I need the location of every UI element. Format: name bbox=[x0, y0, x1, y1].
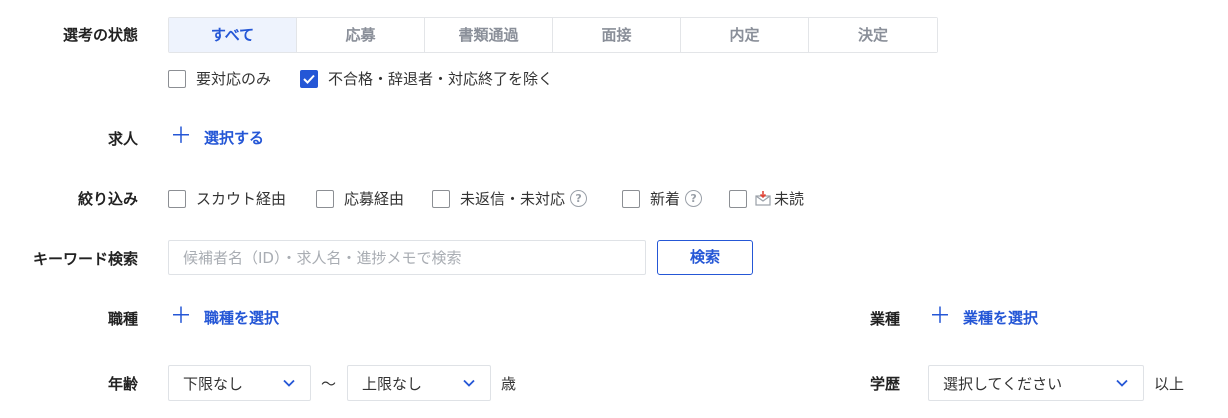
search-button[interactable]: 検索 bbox=[657, 240, 753, 275]
select-industry-link[interactable]: ＋ 業種を選択 bbox=[929, 306, 1038, 328]
age-range-separator: 〜 bbox=[321, 375, 337, 393]
help-icon[interactable]: ? bbox=[570, 190, 588, 207]
age-min-select[interactable]: 下限なし bbox=[168, 365, 311, 401]
age-min-value: 下限なし bbox=[183, 374, 244, 393]
filter-unread[interactable]: 未読 bbox=[729, 188, 804, 209]
education-label: 学歴 bbox=[869, 375, 900, 393]
filter-new-label: 新着 bbox=[650, 190, 681, 208]
occupation-label: 職種 bbox=[107, 310, 138, 328]
filter-applied-label: 応募経由 bbox=[344, 190, 405, 208]
age-max-select[interactable]: 上限なし bbox=[347, 365, 491, 401]
education-select[interactable]: 選択してください bbox=[928, 365, 1144, 401]
plus-icon: ＋ bbox=[170, 304, 193, 329]
exclude-rejected-label: 不合格・辞退者・対応終了を除く bbox=[328, 70, 554, 88]
keyword-label: キーワード検索 bbox=[32, 250, 138, 268]
plus-icon: ＋ bbox=[170, 124, 193, 149]
checkbox-box[interactable] bbox=[168, 69, 186, 88]
filter-label: 絞り込み bbox=[77, 190, 138, 208]
status-tabs: すべて 応募 書類通過 面接 内定 決定 bbox=[168, 17, 938, 53]
industry-label: 業種 bbox=[869, 310, 900, 328]
keyword-search-input[interactable] bbox=[168, 240, 646, 275]
chevron-down-icon bbox=[283, 379, 295, 387]
checkbox-box[interactable] bbox=[168, 189, 186, 208]
tab-decided[interactable]: 決定 bbox=[809, 18, 937, 52]
filter-unread-label: 未読 bbox=[774, 190, 805, 208]
tab-all[interactable]: すべて bbox=[169, 18, 297, 52]
chevron-down-icon bbox=[1116, 379, 1128, 387]
filter-scout-label: スカウト経由 bbox=[196, 190, 287, 208]
education-suffix: 以上 bbox=[1154, 375, 1185, 393]
exclude-rejected-checkbox[interactable]: 不合格・辞退者・対応終了を除く bbox=[300, 68, 553, 89]
select-job-link[interactable]: ＋ 選択する bbox=[170, 126, 264, 148]
job-label: 求人 bbox=[107, 130, 138, 148]
tab-interview[interactable]: 面接 bbox=[553, 18, 681, 52]
filter-scout[interactable]: スカウト経由 bbox=[168, 188, 286, 209]
age-unit: 歳 bbox=[501, 375, 517, 393]
tab-offer[interactable]: 内定 bbox=[681, 18, 809, 52]
chevron-down-icon bbox=[463, 379, 475, 387]
action-required-checkbox[interactable]: 要対応のみ bbox=[168, 68, 271, 89]
select-occupation-text: 職種を選択 bbox=[204, 308, 280, 327]
checkbox-box[interactable] bbox=[316, 189, 334, 208]
filter-applied[interactable]: 応募経由 bbox=[316, 188, 404, 209]
checkbox-box[interactable] bbox=[729, 189, 747, 208]
age-max-value: 上限なし bbox=[362, 374, 423, 393]
select-industry-text: 業種を選択 bbox=[963, 308, 1039, 327]
age-label: 年齢 bbox=[107, 375, 138, 393]
checkbox-box-checked[interactable] bbox=[300, 69, 318, 88]
education-value: 選択してください bbox=[943, 374, 1063, 393]
action-required-label: 要対応のみ bbox=[196, 70, 272, 88]
filter-unreplied[interactable]: 未返信・未対応 ? bbox=[432, 188, 588, 209]
select-job-text: 選択する bbox=[204, 128, 265, 147]
status-label: 選考の状態 bbox=[62, 26, 138, 44]
select-occupation-link[interactable]: ＋ 職種を選択 bbox=[170, 306, 279, 328]
filter-new[interactable]: 新着 ? bbox=[622, 188, 703, 209]
checkbox-box[interactable] bbox=[432, 189, 450, 208]
unread-mail-icon bbox=[755, 191, 771, 206]
checkmark-icon bbox=[303, 74, 315, 84]
help-icon[interactable]: ? bbox=[685, 190, 703, 207]
tab-applied[interactable]: 応募 bbox=[297, 18, 425, 52]
filter-unreplied-label: 未返信・未対応 bbox=[460, 190, 566, 208]
tab-document-passed[interactable]: 書類通過 bbox=[425, 18, 553, 52]
checkbox-box[interactable] bbox=[622, 189, 640, 208]
plus-icon: ＋ bbox=[929, 304, 952, 329]
